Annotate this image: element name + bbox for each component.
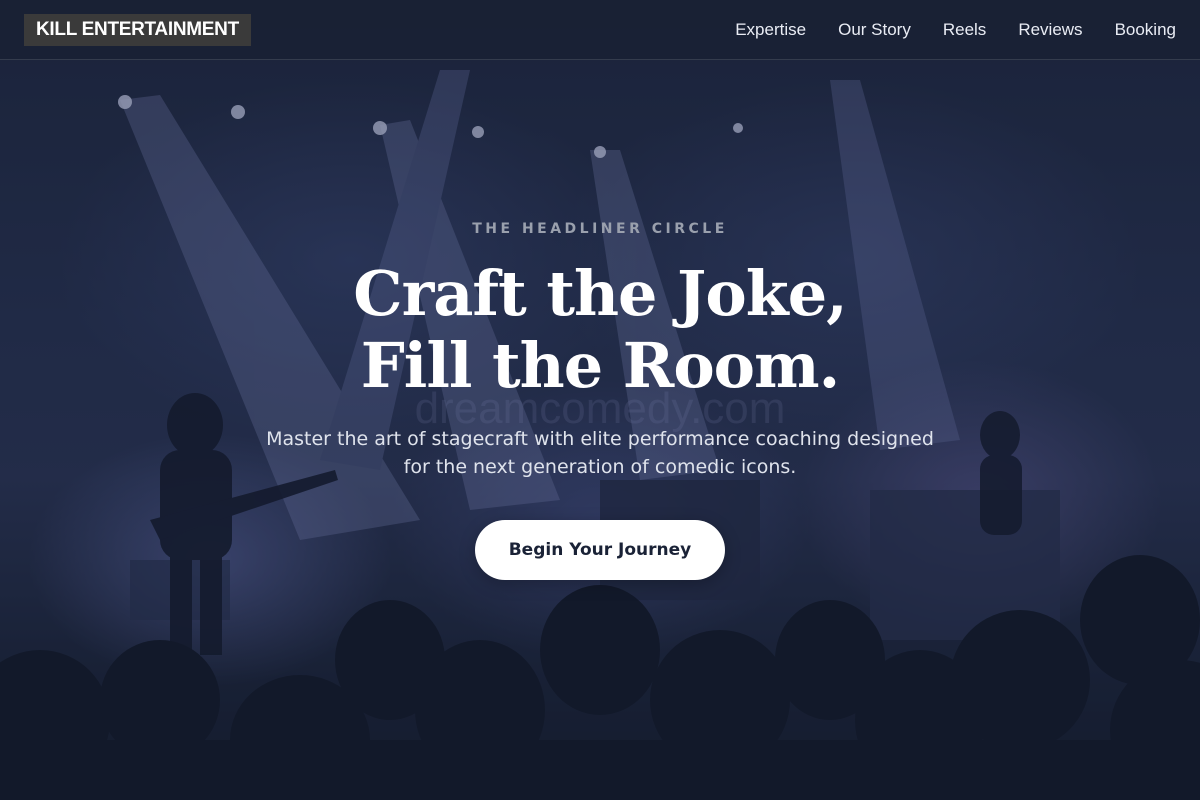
page: KILL ENTERTAINMENT Expertise Our Story R… <box>0 0 1200 800</box>
hero-subtitle: Master the art of stagecraft with elite … <box>266 428 934 478</box>
hero-headline: Craft the Joke, Fill the Room. <box>0 258 1200 402</box>
brand-logo[interactable]: KILL ENTERTAINMENT <box>24 14 251 46</box>
nav-link-reels[interactable]: Reels <box>943 20 986 40</box>
hero-eyebrow: THE HEADLINER CIRCLE <box>472 221 728 237</box>
hero-headline-line-1: Craft the Joke, <box>353 257 848 330</box>
nav-link-our-story[interactable]: Our Story <box>838 20 911 40</box>
nav-link-reviews[interactable]: Reviews <box>1018 20 1082 40</box>
nav-links: Expertise Our Story Reels Reviews Bookin… <box>703 0 1176 60</box>
nav-link-booking[interactable]: Booking <box>1115 20 1176 40</box>
begin-journey-button[interactable]: Begin Your Journey <box>475 520 725 580</box>
top-navbar: KILL ENTERTAINMENT Expertise Our Story R… <box>0 0 1200 60</box>
nav-link-expertise[interactable]: Expertise <box>735 20 806 40</box>
